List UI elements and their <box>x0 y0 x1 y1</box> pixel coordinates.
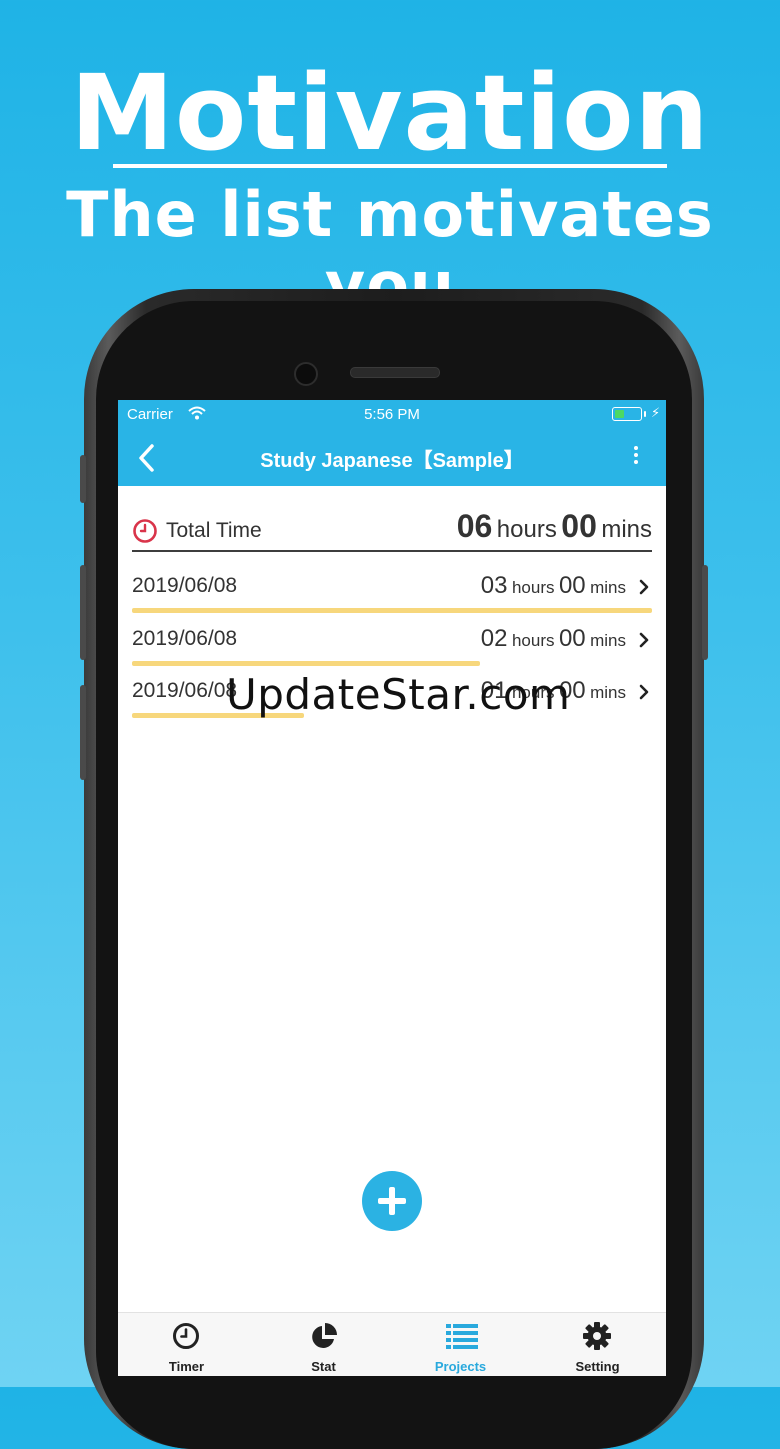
mute-switch <box>80 455 86 503</box>
entry-date: 2019/06/08 <box>132 679 238 702</box>
entry-hours: 02 <box>480 624 508 652</box>
entry-hours-unit: hours <box>511 630 555 650</box>
entry-progress-bar <box>132 608 652 613</box>
entry-mins-unit: mins <box>590 630 626 650</box>
clock-icon <box>133 519 157 543</box>
chevron-right-icon <box>639 632 649 647</box>
battery-icon <box>612 407 646 421</box>
pie-chart-icon <box>312 1323 337 1348</box>
battery-tip <box>644 411 646 417</box>
entry-mins: 00 <box>558 624 586 652</box>
add-entry-button[interactable] <box>362 1171 422 1231</box>
entry-date: 2019/06/08 <box>132 574 238 597</box>
earpiece-speaker <box>350 367 440 378</box>
gear-icon <box>583 1322 611 1350</box>
volume-down-button <box>80 685 86 780</box>
entry-duration: 02 hours 00 mins <box>481 625 626 653</box>
front-camera <box>294 362 318 386</box>
watermark: UpdateStar.com <box>226 670 571 719</box>
tab-stat[interactable]: Stat <box>255 1313 392 1376</box>
navigation-bar: Carrier 5:56 PM ⚡ Study Japanese【Sample】 <box>118 400 666 486</box>
total-time-row: Total Time 06 hours 00 mins <box>132 508 652 552</box>
headline-underline <box>113 164 667 168</box>
tab-timer-label: Timer <box>168 1359 205 1374</box>
chevron-right-icon <box>639 579 649 595</box>
app-screen: Carrier 5:56 PM ⚡ Study Japanese【Sample】… <box>118 400 666 1376</box>
total-mins: 00 <box>561 508 597 544</box>
more-options-icon[interactable] <box>630 444 642 468</box>
status-time: 5:56 PM <box>364 406 420 423</box>
tab-bar: Timer Stat Projects Setting <box>118 1312 666 1376</box>
battery-level <box>615 410 624 418</box>
tab-stat-label: Stat <box>311 1359 336 1374</box>
total-time-label: Total Time <box>166 519 262 542</box>
tab-timer[interactable]: Timer <box>118 1313 255 1376</box>
entry-date: 2019/06/08 <box>132 626 238 650</box>
charging-bolt-icon: ⚡ <box>651 405 661 420</box>
entry-duration: 03 hours 00 mins <box>481 572 626 600</box>
entry-mins: 00 <box>558 572 586 599</box>
tab-setting-label: Setting <box>575 1359 620 1374</box>
chevron-right-icon <box>639 684 649 700</box>
total-time-value: 06 hours 00 mins <box>457 508 652 545</box>
entry-mins-unit: mins <box>590 578 626 597</box>
tab-projects-label: Projects <box>434 1359 487 1374</box>
entry-hours: 03 <box>480 572 508 599</box>
entry-hours-unit: hours <box>511 578 555 597</box>
entry-mins-unit: mins <box>590 683 626 702</box>
tab-projects[interactable]: Projects <box>392 1313 529 1376</box>
list-icon <box>446 1324 478 1349</box>
project-title: Study Japanese【Sample】 <box>260 450 524 472</box>
power-button <box>702 565 708 660</box>
promo-headline: Motivation <box>70 52 710 174</box>
total-hours-unit: hours <box>496 516 557 543</box>
plus-icon-v <box>389 1187 395 1215</box>
tab-setting[interactable]: Setting <box>529 1313 666 1376</box>
clock-icon <box>173 1323 199 1349</box>
volume-up-button <box>80 565 86 660</box>
entry-progress-bar <box>132 660 480 666</box>
total-hours: 06 <box>456 508 493 544</box>
time-entry-row[interactable]: 2019/06/08 03 hours 00 mins <box>132 568 652 620</box>
total-mins-unit: mins <box>601 516 652 543</box>
time-entry-row[interactable]: 2019/06/08 02 hours 00 mins <box>132 621 652 673</box>
